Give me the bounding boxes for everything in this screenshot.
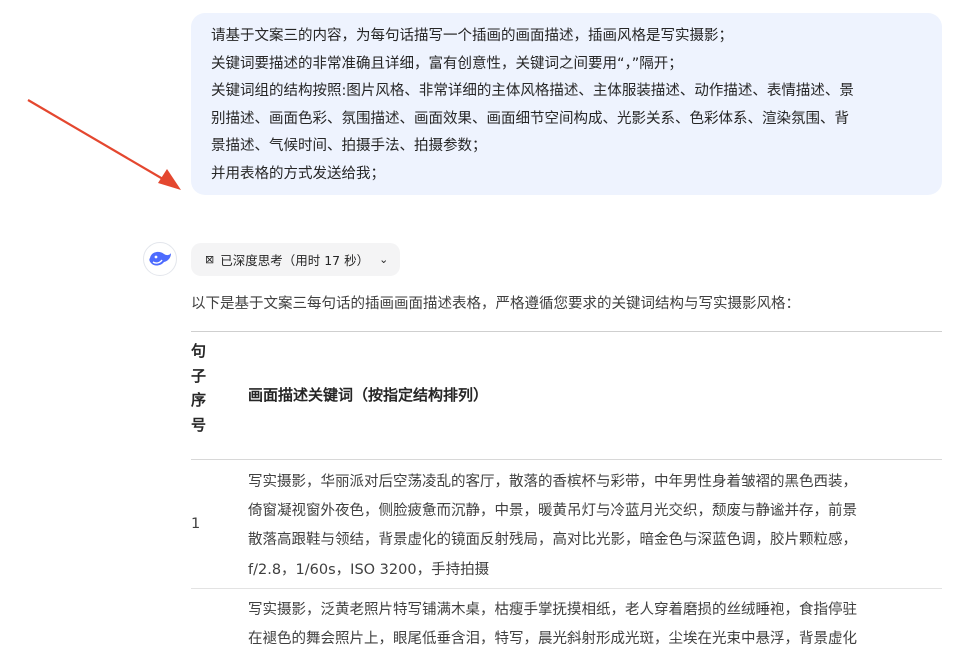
assistant-avatar	[143, 242, 177, 276]
user-message-bubble: 请基于文案三的内容，为每句话描写一个插画的画面描述，插画风格是写实摄影； 关键词…	[191, 13, 942, 195]
assistant-intro-text: 以下是基于文案三每句话的插画画面描述表格，严格遵循您要求的关键词结构与写实摄影风…	[191, 296, 800, 312]
row-text-line: 散落高跟鞋与领结，背景虚化的镜面反射残局，高对比光影，暗金色与深蓝色调，胶片颗粒…	[248, 532, 857, 549]
user-message-line: 请基于文案三的内容，为每句话描写一个插画的画面描述，插画风格是写实摄影；	[211, 28, 733, 44]
annotation-arrow	[27, 99, 181, 190]
table-row: 写实摄影，泛黄老照片特写铺满木桌，枯瘦手掌抚摸相纸，老人穿着磨损的丝绒睡袍，食指…	[248, 596, 942, 654]
row-divider	[191, 588, 942, 589]
deep-think-icon: ⊠	[205, 253, 215, 266]
table-row: 写实摄影，华丽派对后空荡凌乱的客厅，散落的香槟杯与彩带，中年男性身着皱褶的黑色西…	[248, 468, 942, 585]
row-text-line: 倚窗凝视窗外夜色，侧脸疲惫而沉静，中景，暖黄吊灯与冷蓝月光交织，颓废与静谧并存，…	[248, 503, 857, 520]
row-text-line: f/2.8，1/60s，ISO 3200，手持拍摄	[248, 561, 490, 578]
header-divider	[191, 459, 942, 460]
thinking-label: 已深度思考（用时 17 秒）	[220, 253, 370, 268]
chevron-down-icon: ⌄	[379, 253, 389, 266]
user-message-line: 关键词要描述的非常准确且详细，富有创意性，关键词之间要用“，”隔开；	[211, 55, 683, 72]
thinking-toggle[interactable]: ⊠ 已深度思考（用时 17 秒） ⌄	[191, 243, 401, 276]
table-top-border	[191, 331, 942, 332]
user-message-line: 关键词组的结构按照:图片风格、非常详细的主体风格描述、主体服装描述、动作描述、表…	[211, 83, 854, 99]
user-message-line: 并用表格的方式发送给我；	[211, 165, 385, 182]
header-sentence-number: 句子序号	[191, 342, 207, 434]
row-text-line: 在褪色的舞会照片上，眼尾低垂含泪，特写，晨光斜射形成光斑，尘埃在光束中悬浮，背景…	[248, 631, 857, 648]
header-description: 画面描述关键词（按指定结构排列）	[248, 386, 489, 404]
row-number: 1	[191, 516, 201, 532]
row-text-line: 写实摄影，华丽派对后空荡凌乱的客厅，散落的香槟杯与彩带，中年男性身着皱褶的黑色西…	[248, 474, 857, 490]
user-message-line: 别描述、画面色彩、氛围描述、画面效果、画面细节空间构成、光影关系、色彩体系、渲染…	[211, 110, 849, 127]
whale-logo-icon	[149, 251, 171, 266]
user-message-line: 景描述、气候时间、拍摄手法、拍摄参数；	[211, 138, 487, 154]
row-text-line: 写实摄影，泛黄老照片特写铺满木桌，枯瘦手掌抚摸相纸，老人穿着磨损的丝绒睡袍，食指…	[248, 602, 857, 618]
